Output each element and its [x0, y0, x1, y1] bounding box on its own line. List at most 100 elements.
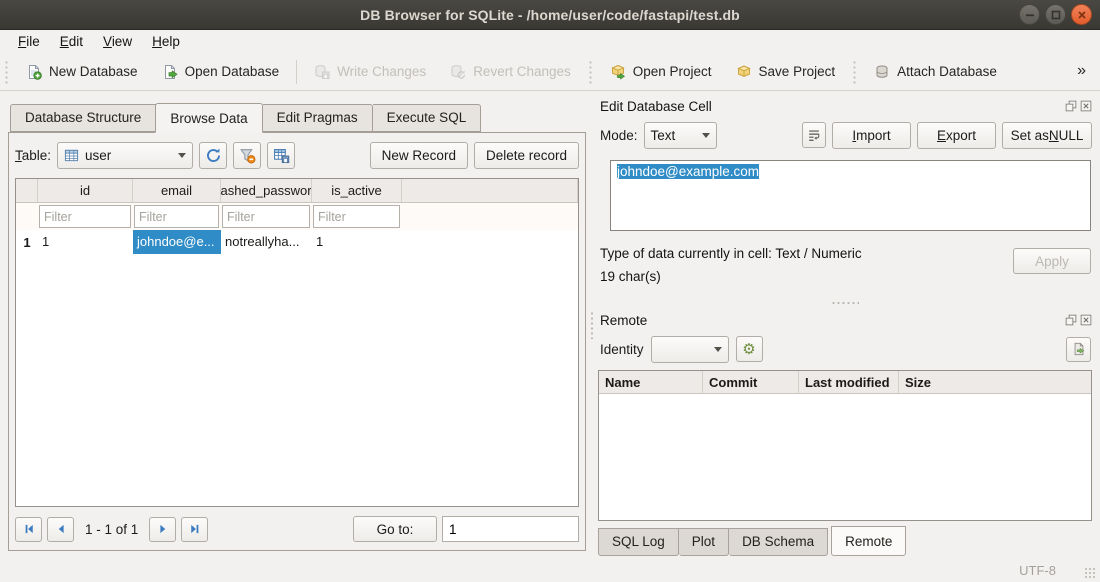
- previous-page-button[interactable]: [47, 517, 74, 542]
- new-record-button[interactable]: New Record: [370, 142, 468, 169]
- open-project-icon: [610, 64, 626, 80]
- identity-settings-button[interactable]: ⚙: [736, 336, 763, 362]
- titlebar: DB Browser for SQLite - /home/user/code/…: [0, 0, 1100, 30]
- refresh-button[interactable]: [199, 142, 227, 169]
- open-project-button[interactable]: Open Project: [603, 59, 719, 85]
- filter-input-is-active[interactable]: [313, 205, 400, 228]
- filter-input-id[interactable]: [39, 205, 131, 228]
- mode-select[interactable]: Text: [644, 122, 717, 149]
- float-dock-icon[interactable]: [1065, 314, 1077, 326]
- tab-edit-pragmas[interactable]: Edit Pragmas: [263, 104, 373, 132]
- import-button[interactable]: Import: [832, 122, 911, 149]
- grid-header-filler: [402, 179, 578, 202]
- toolbar-overflow-button[interactable]: »: [1077, 62, 1090, 82]
- column-header-hashed-password[interactable]: ashed_passwor: [221, 179, 312, 202]
- menubar: File Edit View Help: [0, 30, 1100, 53]
- open-database-button[interactable]: Open Database: [155, 59, 287, 85]
- tab-sql-log[interactable]: SQL Log: [598, 528, 679, 556]
- horizontal-splitter[interactable]: [598, 296, 1092, 309]
- cell-id[interactable]: 1: [38, 230, 133, 254]
- toolbar-drag-handle[interactable]: [588, 60, 593, 84]
- last-page-button[interactable]: [181, 517, 208, 542]
- revert-changes-icon: [450, 64, 466, 80]
- filter-input-email[interactable]: [134, 205, 219, 228]
- identity-select[interactable]: [651, 336, 729, 363]
- cell-email-selected[interactable]: johndoe@e...: [133, 230, 221, 254]
- toolbar-drag-handle[interactable]: [4, 60, 9, 84]
- menu-help[interactable]: Help: [142, 32, 190, 51]
- toolbar-drag-handle[interactable]: [852, 60, 857, 84]
- set-as-null-button[interactable]: Set as NULL: [1002, 122, 1092, 149]
- remote-column-commit[interactable]: Commit: [703, 371, 799, 393]
- chevron-down-icon: [178, 153, 186, 158]
- table-row: 1 1 johndoe@e... notreallyha... 1: [16, 230, 578, 254]
- tab-database-structure[interactable]: Database Structure: [10, 104, 156, 132]
- remote-column-size[interactable]: Size: [899, 371, 1091, 393]
- right-dock-area: Edit Database Cell Mode: Text: [598, 91, 1100, 558]
- tab-db-schema[interactable]: DB Schema: [729, 528, 828, 556]
- clear-filters-button[interactable]: [233, 142, 261, 169]
- vertical-splitter[interactable]: [586, 91, 598, 558]
- main-tabbar: Database Structure Browse Data Edit Prag…: [10, 103, 586, 132]
- close-button[interactable]: [1071, 4, 1092, 25]
- tab-browse-data[interactable]: Browse Data: [155, 103, 262, 133]
- tab-remote[interactable]: Remote: [831, 526, 906, 556]
- push-database-button[interactable]: [1066, 337, 1091, 362]
- cell-editor[interactable]: johndoe@example.com: [610, 160, 1091, 231]
- menu-view[interactable]: View: [93, 32, 142, 51]
- remote-dock-titlebar: Remote: [598, 309, 1092, 331]
- remote-identity-row: Identity ⚙: [598, 333, 1092, 365]
- new-database-button[interactable]: New Database: [19, 59, 145, 85]
- export-button[interactable]: Export: [917, 122, 996, 149]
- filter-input-hashed-password[interactable]: [222, 205, 310, 228]
- remote-column-name[interactable]: Name: [599, 371, 703, 393]
- mode-label: Mode:: [600, 128, 638, 143]
- grid-corner[interactable]: [16, 179, 38, 202]
- column-header-id[interactable]: id: [38, 179, 133, 202]
- window-title: DB Browser for SQLite - /home/user/code/…: [360, 7, 740, 23]
- mode-select-value: Text: [651, 128, 676, 143]
- browse-data-frame: Table: user: [8, 132, 586, 551]
- minimize-button[interactable]: [1019, 4, 1040, 25]
- goto-button[interactable]: Go to:: [353, 516, 437, 542]
- remote-column-last-modified[interactable]: Last modified: [799, 371, 899, 393]
- maximize-button[interactable]: [1045, 4, 1066, 25]
- cell-hashed-password[interactable]: notreallyha...: [221, 230, 312, 254]
- cell-is-active[interactable]: 1: [312, 230, 402, 254]
- open-database-icon: [162, 64, 178, 80]
- save-results-button[interactable]: [267, 142, 295, 169]
- menu-file[interactable]: File: [8, 32, 50, 51]
- close-dock-icon[interactable]: [1080, 314, 1092, 326]
- resize-grip-icon[interactable]: [1084, 567, 1097, 580]
- encoding-indicator: UTF-8: [1019, 563, 1056, 578]
- attach-database-button[interactable]: Attach Database: [867, 59, 1004, 85]
- tab-execute-sql[interactable]: Execute SQL: [373, 104, 482, 132]
- cell-char-count: 19 char(s): [600, 265, 862, 288]
- delete-record-button[interactable]: Delete record: [474, 142, 579, 169]
- goto-input[interactable]: [442, 516, 579, 542]
- close-icon: [1077, 10, 1087, 20]
- first-page-button[interactable]: [15, 517, 42, 542]
- table-select[interactable]: user: [57, 142, 193, 169]
- table-controls: Table: user: [15, 139, 579, 172]
- write-changes-button: Write Changes: [307, 59, 433, 85]
- menu-edit[interactable]: Edit: [50, 32, 93, 51]
- toolbar-separator: [296, 60, 297, 84]
- cell-info-row: Type of data currently in cell: Text / N…: [598, 242, 1092, 296]
- save-project-button[interactable]: Save Project: [729, 59, 843, 85]
- pagination-bar: 1 - 1 of 1 Go to:: [15, 507, 579, 544]
- table-select-value: user: [85, 148, 111, 163]
- table-icon: [64, 148, 79, 163]
- save-project-icon: [736, 64, 752, 80]
- close-dock-icon[interactable]: [1080, 100, 1092, 112]
- float-dock-icon[interactable]: [1065, 100, 1077, 112]
- tab-plot[interactable]: Plot: [679, 528, 729, 556]
- word-wrap-button[interactable]: [802, 122, 826, 148]
- column-header-email[interactable]: email: [133, 179, 221, 202]
- row-number[interactable]: 1: [16, 235, 38, 250]
- record-range-label: 1 - 1 of 1: [85, 522, 138, 537]
- column-header-is-active[interactable]: is_active: [312, 179, 402, 202]
- next-page-button[interactable]: [149, 517, 176, 542]
- next-page-icon: [157, 523, 169, 535]
- edit-cell-title: Edit Database Cell: [600, 99, 712, 114]
